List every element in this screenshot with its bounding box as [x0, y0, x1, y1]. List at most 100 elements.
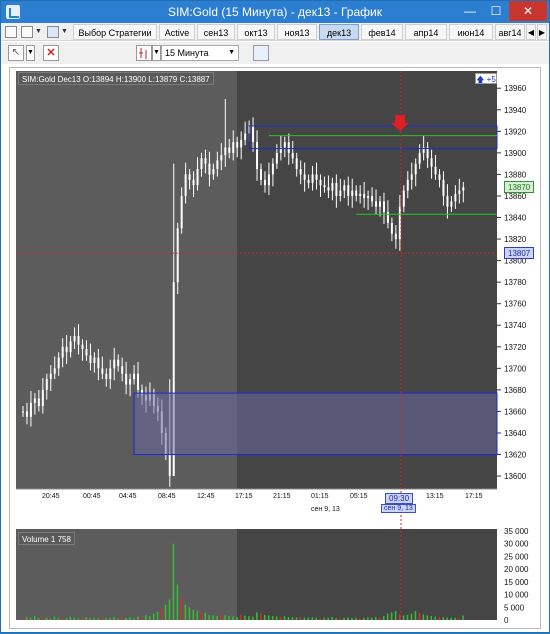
candle-body [291, 152, 294, 159]
candle-body [33, 398, 36, 403]
volume-bar [244, 615, 246, 620]
volume-bar [263, 614, 266, 620]
volume-bar [117, 618, 119, 620]
y-tick-label: 13620 [504, 451, 527, 460]
volume-bar [188, 607, 191, 620]
volume-bar [260, 613, 262, 620]
y-tick-label: 13760 [504, 300, 527, 309]
candle-body [406, 179, 409, 191]
candle-body [458, 190, 461, 194]
candle-body [232, 142, 235, 153]
volume-axis: 35 000 30 000 25 000 20 000 15 000 10 000 5 00… [504, 527, 529, 625]
volume-bar [303, 617, 306, 620]
candle-body [402, 190, 405, 207]
candle-body [252, 125, 255, 143]
arrow-up-icon: 🡅 [476, 75, 485, 84]
candle-body [105, 373, 108, 380]
volume-bar [73, 617, 76, 620]
candle-body [216, 160, 219, 170]
volume-bar [164, 604, 167, 620]
candle-body [256, 142, 259, 170]
volume-bar [375, 616, 377, 620]
time-label: 00:45 [83, 493, 101, 500]
candle-body [379, 201, 381, 207]
candle-body [65, 346, 68, 353]
candle-body [375, 201, 378, 207]
candle-body [73, 336, 76, 342]
volume-bar [192, 609, 195, 620]
time-label: 21:15 [273, 493, 291, 500]
volume-session-shade [237, 529, 497, 620]
volume-bar [402, 615, 405, 620]
candle-body [224, 147, 227, 156]
volume-bar [81, 617, 83, 620]
candle-body [220, 155, 223, 161]
volume-bar [25, 616, 28, 620]
volume-bar [85, 617, 87, 620]
volume-bar [331, 616, 333, 620]
volume-bar [379, 617, 381, 620]
volume-bar [271, 615, 274, 620]
volume-tick-label: 30 000 [504, 540, 529, 549]
volume-bar [232, 616, 234, 620]
indicator-up-button[interactable]: 🡅 +5 [475, 73, 497, 84]
date-label: сен 9, 13 [311, 506, 340, 513]
volume-tick-label: 25 000 [504, 552, 529, 561]
volume-bar [200, 612, 202, 620]
y-tick-label: 13600 [504, 472, 527, 481]
volume-bar [458, 618, 460, 620]
y-tick-label: 13920 [504, 127, 527, 136]
candle-body [45, 379, 48, 390]
candle-body [89, 355, 92, 363]
candle-body [271, 163, 274, 175]
candle-body [331, 183, 334, 191]
candle-body [188, 174, 191, 180]
volume-bar [97, 618, 99, 620]
y-tick-label: 13660 [504, 407, 527, 416]
volume-bar [279, 616, 282, 620]
candle-body [263, 179, 266, 186]
volume-bar [311, 617, 314, 620]
time-label: 17:15 [235, 493, 253, 500]
candle-body [438, 174, 441, 180]
volume-bar [426, 615, 429, 620]
volume-bar [236, 616, 238, 620]
volume-bar [367, 617, 369, 620]
price-chart[interactable]: 13600 13620 13640 13660 13680 13700 13720 13740… [1, 1, 550, 634]
current-price-tag: 13870 [504, 181, 535, 193]
volume-bar [319, 617, 321, 620]
candle-body [450, 201, 453, 207]
volume-bar [248, 616, 250, 620]
volume-bar [394, 611, 397, 620]
volume-bar [37, 618, 40, 620]
candle-body [125, 373, 128, 385]
time-label: 08:45 [158, 493, 176, 500]
price-zone [133, 392, 498, 456]
candle-body [176, 228, 179, 283]
candle-body [37, 398, 40, 407]
candle-body [371, 195, 374, 202]
time-label: 04:45 [119, 493, 137, 500]
candle-body [212, 169, 215, 175]
volume-bar [220, 614, 222, 620]
volume-bar [295, 617, 298, 620]
volume-bar [113, 616, 115, 620]
volume-bar [347, 617, 349, 620]
volume-bar [283, 616, 286, 620]
candle-body [303, 174, 306, 180]
crosshair-date-label: сен 9, 13 [381, 504, 416, 513]
volume-bar [307, 617, 310, 620]
y-tick-label: 13780 [504, 278, 527, 287]
candle-body [275, 152, 278, 164]
candle-body [367, 195, 370, 199]
candle-body [81, 344, 84, 349]
volume-bar [450, 617, 452, 620]
volume-bar [148, 616, 151, 620]
volume-bar [256, 612, 258, 620]
time-label: 05:15 [350, 493, 368, 500]
candle-body [236, 142, 239, 148]
candle-body [347, 185, 350, 196]
candle-body [319, 179, 322, 186]
volume-bar [351, 617, 353, 620]
candle-body [77, 336, 80, 345]
